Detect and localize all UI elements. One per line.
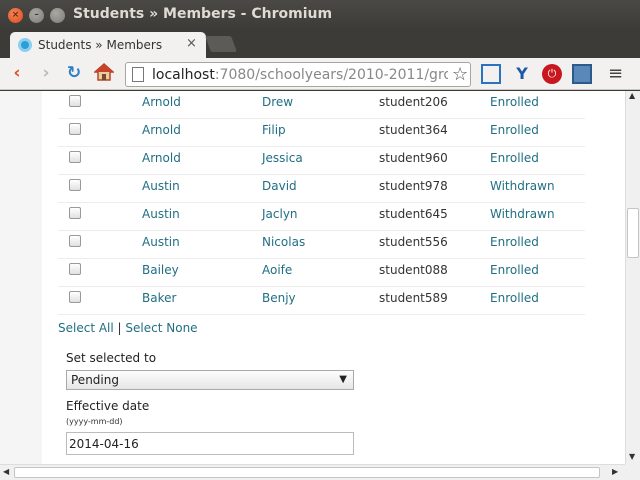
- scroll-right-icon[interactable]: ▶: [612, 467, 618, 476]
- last-name-link[interactable]: Austin: [142, 235, 180, 249]
- username-cell: student645: [379, 207, 448, 221]
- menu-icon[interactable]: ≡: [608, 63, 623, 84]
- window-maximize-button[interactable]: [50, 8, 65, 23]
- new-tab-button[interactable]: [205, 36, 237, 52]
- members-table: Arnold Drew student206 Enrolled Arnold Filip s…: [58, 91, 585, 315]
- status-link[interactable]: Withdrawn: [490, 207, 555, 221]
- first-name-link[interactable]: Jessica: [262, 151, 303, 165]
- row-checkbox[interactable]: [69, 291, 81, 303]
- forward-arrow-icon[interactable]: ›: [35, 62, 57, 84]
- table-row: Bailey Aoife student088 Enrolled: [58, 259, 585, 287]
- window-extension-icon[interactable]: [572, 64, 592, 84]
- window-titlebar: × – Students » Members - Chromium: [0, 0, 640, 30]
- scroll-left-icon[interactable]: ◀: [3, 467, 9, 476]
- select-none-link[interactable]: Select None: [125, 321, 197, 335]
- username-cell: student960: [379, 151, 448, 165]
- scroll-up-icon[interactable]: ▲: [629, 91, 635, 100]
- username-cell: student206: [379, 95, 448, 109]
- tab-close-icon[interactable]: ×: [186, 36, 197, 51]
- status-link[interactable]: Enrolled: [490, 95, 539, 109]
- table-row: Austin David student978 Withdrawn: [58, 175, 585, 203]
- link-separator: |: [117, 321, 122, 335]
- row-checkbox[interactable]: [69, 123, 81, 135]
- status-select-value: Pending: [71, 373, 119, 387]
- table-row: Austin Jaclyn student645 Withdrawn: [58, 203, 585, 231]
- stop-extension-icon[interactable]: ⏻: [542, 64, 562, 84]
- row-checkbox[interactable]: [69, 151, 81, 163]
- dropdown-arrow-icon: ▼: [339, 374, 347, 385]
- scroll-down-icon[interactable]: ▼: [629, 452, 635, 461]
- first-name-link[interactable]: Nicolas: [262, 235, 305, 249]
- table-row: Baker Benjy student589 Enrolled: [58, 287, 585, 315]
- username-cell: student088: [379, 263, 448, 277]
- home-icon[interactable]: [93, 62, 115, 84]
- window-minimize-button[interactable]: –: [29, 8, 44, 23]
- last-name-link[interactable]: Austin: [142, 207, 180, 221]
- table-row: Arnold Jessica student960 Enrolled: [58, 147, 585, 175]
- set-selected-label: Set selected to: [66, 351, 157, 365]
- status-link[interactable]: Enrolled: [490, 123, 539, 137]
- first-name-link[interactable]: Jaclyn: [262, 207, 298, 221]
- page-icon: [132, 67, 144, 82]
- last-name-link[interactable]: Arnold: [142, 151, 181, 165]
- tab-title: Students » Members: [38, 38, 163, 52]
- effective-date-input[interactable]: [66, 432, 354, 455]
- vertical-scrollbar[interactable]: ▲ ▼: [625, 91, 640, 464]
- window-title: Students » Members - Chromium: [73, 6, 333, 22]
- username-cell: student556: [379, 235, 448, 249]
- tab-students-members[interactable]: Students » Members ×: [10, 32, 206, 58]
- selection-links: Select All | Select None: [58, 321, 198, 335]
- scrollbar-corner: [625, 464, 640, 480]
- status-link[interactable]: Enrolled: [490, 263, 539, 277]
- status-select[interactable]: Pending ▼: [66, 370, 354, 390]
- reload-icon[interactable]: ↻: [63, 62, 85, 84]
- last-name-link[interactable]: Arnold: [142, 123, 181, 137]
- address-bar[interactable]: localhost:7080/schoolyears/2010-2011/gro…: [125, 62, 471, 87]
- bookmark-star-icon[interactable]: ☆: [452, 64, 468, 85]
- fullscreen-extension-icon[interactable]: [481, 64, 501, 84]
- status-link[interactable]: Withdrawn: [490, 179, 555, 193]
- row-checkbox[interactable]: [69, 207, 81, 219]
- last-name-link[interactable]: Baker: [142, 291, 176, 305]
- back-arrow-icon[interactable]: ‹: [6, 62, 28, 84]
- favicon-icon: [18, 38, 32, 52]
- home-icon-graphic: [93, 62, 115, 81]
- status-link[interactable]: Enrolled: [490, 235, 539, 249]
- table-row: Arnold Drew student206 Enrolled: [58, 91, 585, 119]
- y-extension-icon[interactable]: Y: [512, 64, 532, 84]
- row-checkbox[interactable]: [69, 95, 81, 107]
- left-gutter: [0, 91, 42, 464]
- first-name-link[interactable]: Drew: [262, 95, 293, 109]
- username-cell: student364: [379, 123, 448, 137]
- table-row: Austin Nicolas student556 Enrolled: [58, 231, 585, 259]
- table-row: Arnold Filip student364 Enrolled: [58, 119, 585, 147]
- select-all-link[interactable]: Select All: [58, 321, 114, 335]
- tab-strip: Students » Members ×: [0, 30, 640, 58]
- row-checkbox[interactable]: [69, 263, 81, 275]
- url-text[interactable]: localhost:7080/schoolyears/2010-2011/gro…: [152, 67, 448, 83]
- username-cell: student978: [379, 179, 448, 193]
- last-name-link[interactable]: Austin: [142, 179, 180, 193]
- first-name-link[interactable]: Benjy: [262, 291, 296, 305]
- last-name-link[interactable]: Arnold: [142, 95, 181, 109]
- status-link[interactable]: Enrolled: [490, 151, 539, 165]
- last-name-link[interactable]: Bailey: [142, 263, 179, 277]
- first-name-link[interactable]: Filip: [262, 123, 286, 137]
- horizontal-scrollbar[interactable]: ◀ ▶: [0, 464, 625, 480]
- window-close-button[interactable]: ×: [8, 8, 23, 23]
- horizontal-scroll-thumb[interactable]: [14, 467, 600, 478]
- row-checkbox[interactable]: [69, 179, 81, 191]
- status-link[interactable]: Enrolled: [490, 291, 539, 305]
- date-format-hint: (yyyy-mm-dd): [66, 417, 123, 426]
- username-cell: student589: [379, 291, 448, 305]
- row-checkbox[interactable]: [69, 235, 81, 247]
- vertical-scroll-thumb[interactable]: [627, 207, 639, 258]
- browser-toolbar: ‹ › ↻ localhost:7080/schoolyears/2010-20…: [0, 58, 640, 90]
- effective-date-label: Effective date: [66, 399, 150, 413]
- page-viewport: Arnold Drew student206 Enrolled Arnold Filip s…: [0, 91, 625, 464]
- first-name-link[interactable]: Aoife: [262, 263, 292, 277]
- first-name-link[interactable]: David: [262, 179, 297, 193]
